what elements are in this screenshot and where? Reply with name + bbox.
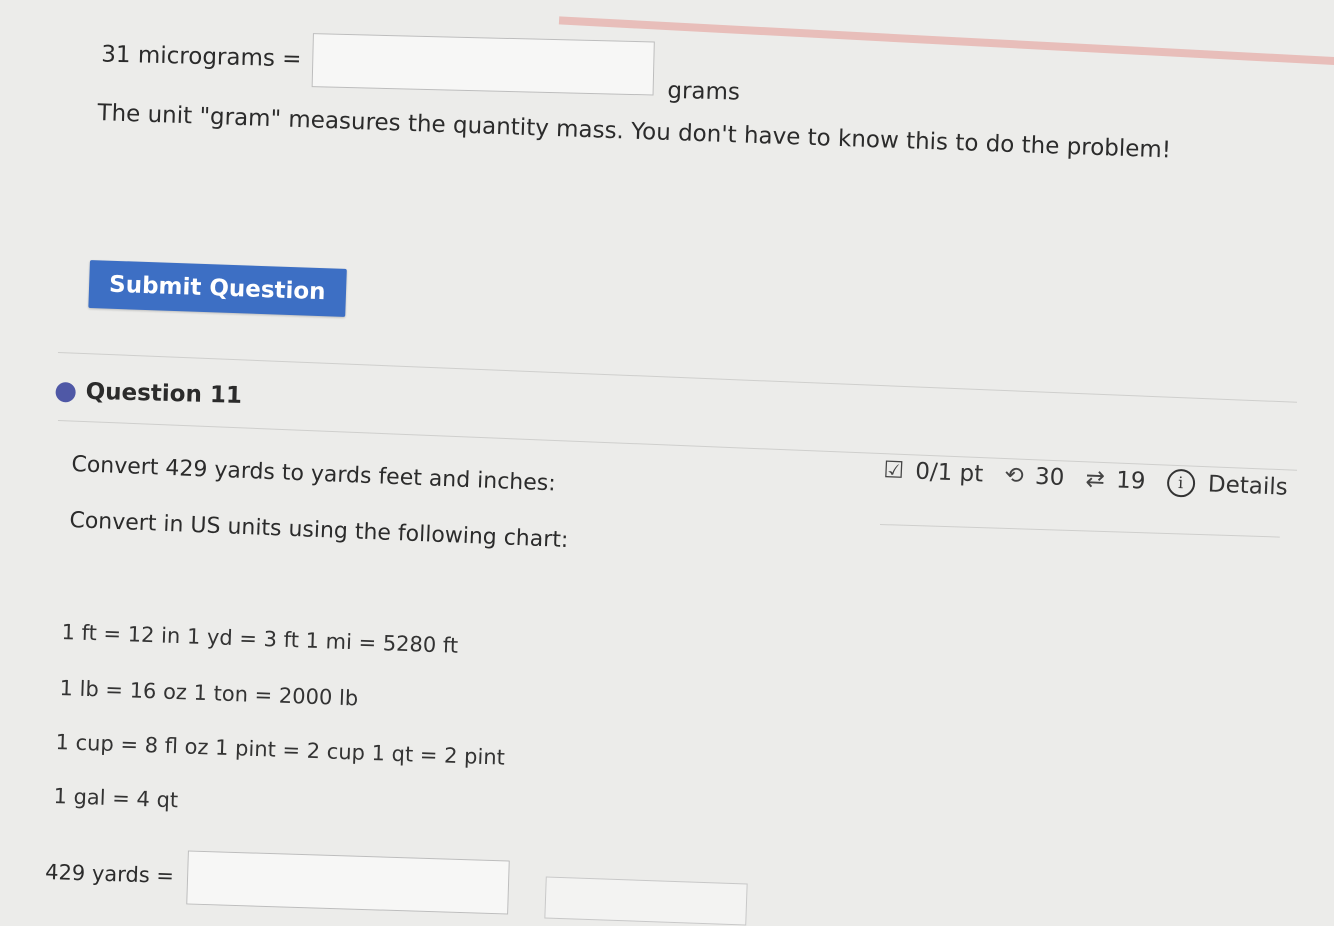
question-prompt: Convert 429 yards to yards feet and inch… xyxy=(70,452,557,497)
conversion-line-2: 1 lb = 16 oz 1 ton = 2000 lb xyxy=(59,676,359,711)
score-checkbox-icon: ☑ xyxy=(882,457,905,485)
unit-label: grams xyxy=(667,77,741,106)
amount-label: 31 micrograms xyxy=(101,41,276,72)
hint-text: The unit "gram" measures the quantity ma… xyxy=(97,100,1172,164)
attempts-count: 19 xyxy=(1115,467,1146,495)
submit-question-button[interactable]: Submit Question xyxy=(88,260,347,317)
retries-count: 30 xyxy=(1034,463,1065,492)
feet-answer-input[interactable] xyxy=(544,876,748,926)
conversion-line-1: 1 ft = 12 in 1 yd = 3 ft 1 mi = 5280 ft xyxy=(61,620,459,658)
yards-answer-label: 429 yards = xyxy=(44,859,175,889)
question-instruction: Convert in US units using the following … xyxy=(68,508,569,554)
info-icon[interactable]: i xyxy=(1166,468,1196,498)
question-meta: ☑ 0/1 pt ⟲ 30 ⇄ 19 i Details xyxy=(879,456,1288,502)
equals-sign: = xyxy=(281,45,302,73)
yards-answer-row: 429 yards = xyxy=(44,846,510,915)
grams-answer-input[interactable] xyxy=(312,33,656,96)
question-title: Question 11 xyxy=(85,378,243,409)
conversion-line-4: 1 gal = 4 qt xyxy=(53,784,179,813)
section-divider xyxy=(57,352,1298,403)
attempts-icon: ⇄ xyxy=(1085,466,1106,493)
meta-divider xyxy=(879,524,1280,538)
question-header: Question 11 xyxy=(55,378,242,409)
details-link[interactable]: Details xyxy=(1207,471,1288,500)
yards-answer-input[interactable] xyxy=(185,850,510,915)
score-text: 0/1 pt xyxy=(914,458,984,488)
mass-conversion-row: 31 micrograms = grams xyxy=(101,28,741,105)
status-dot-icon xyxy=(55,381,76,403)
conversion-line-3: 1 cup = 8 fl oz 1 pint = 2 cup 1 qt = 2 … xyxy=(55,730,506,770)
retry-icon: ⟲ xyxy=(1003,462,1025,490)
